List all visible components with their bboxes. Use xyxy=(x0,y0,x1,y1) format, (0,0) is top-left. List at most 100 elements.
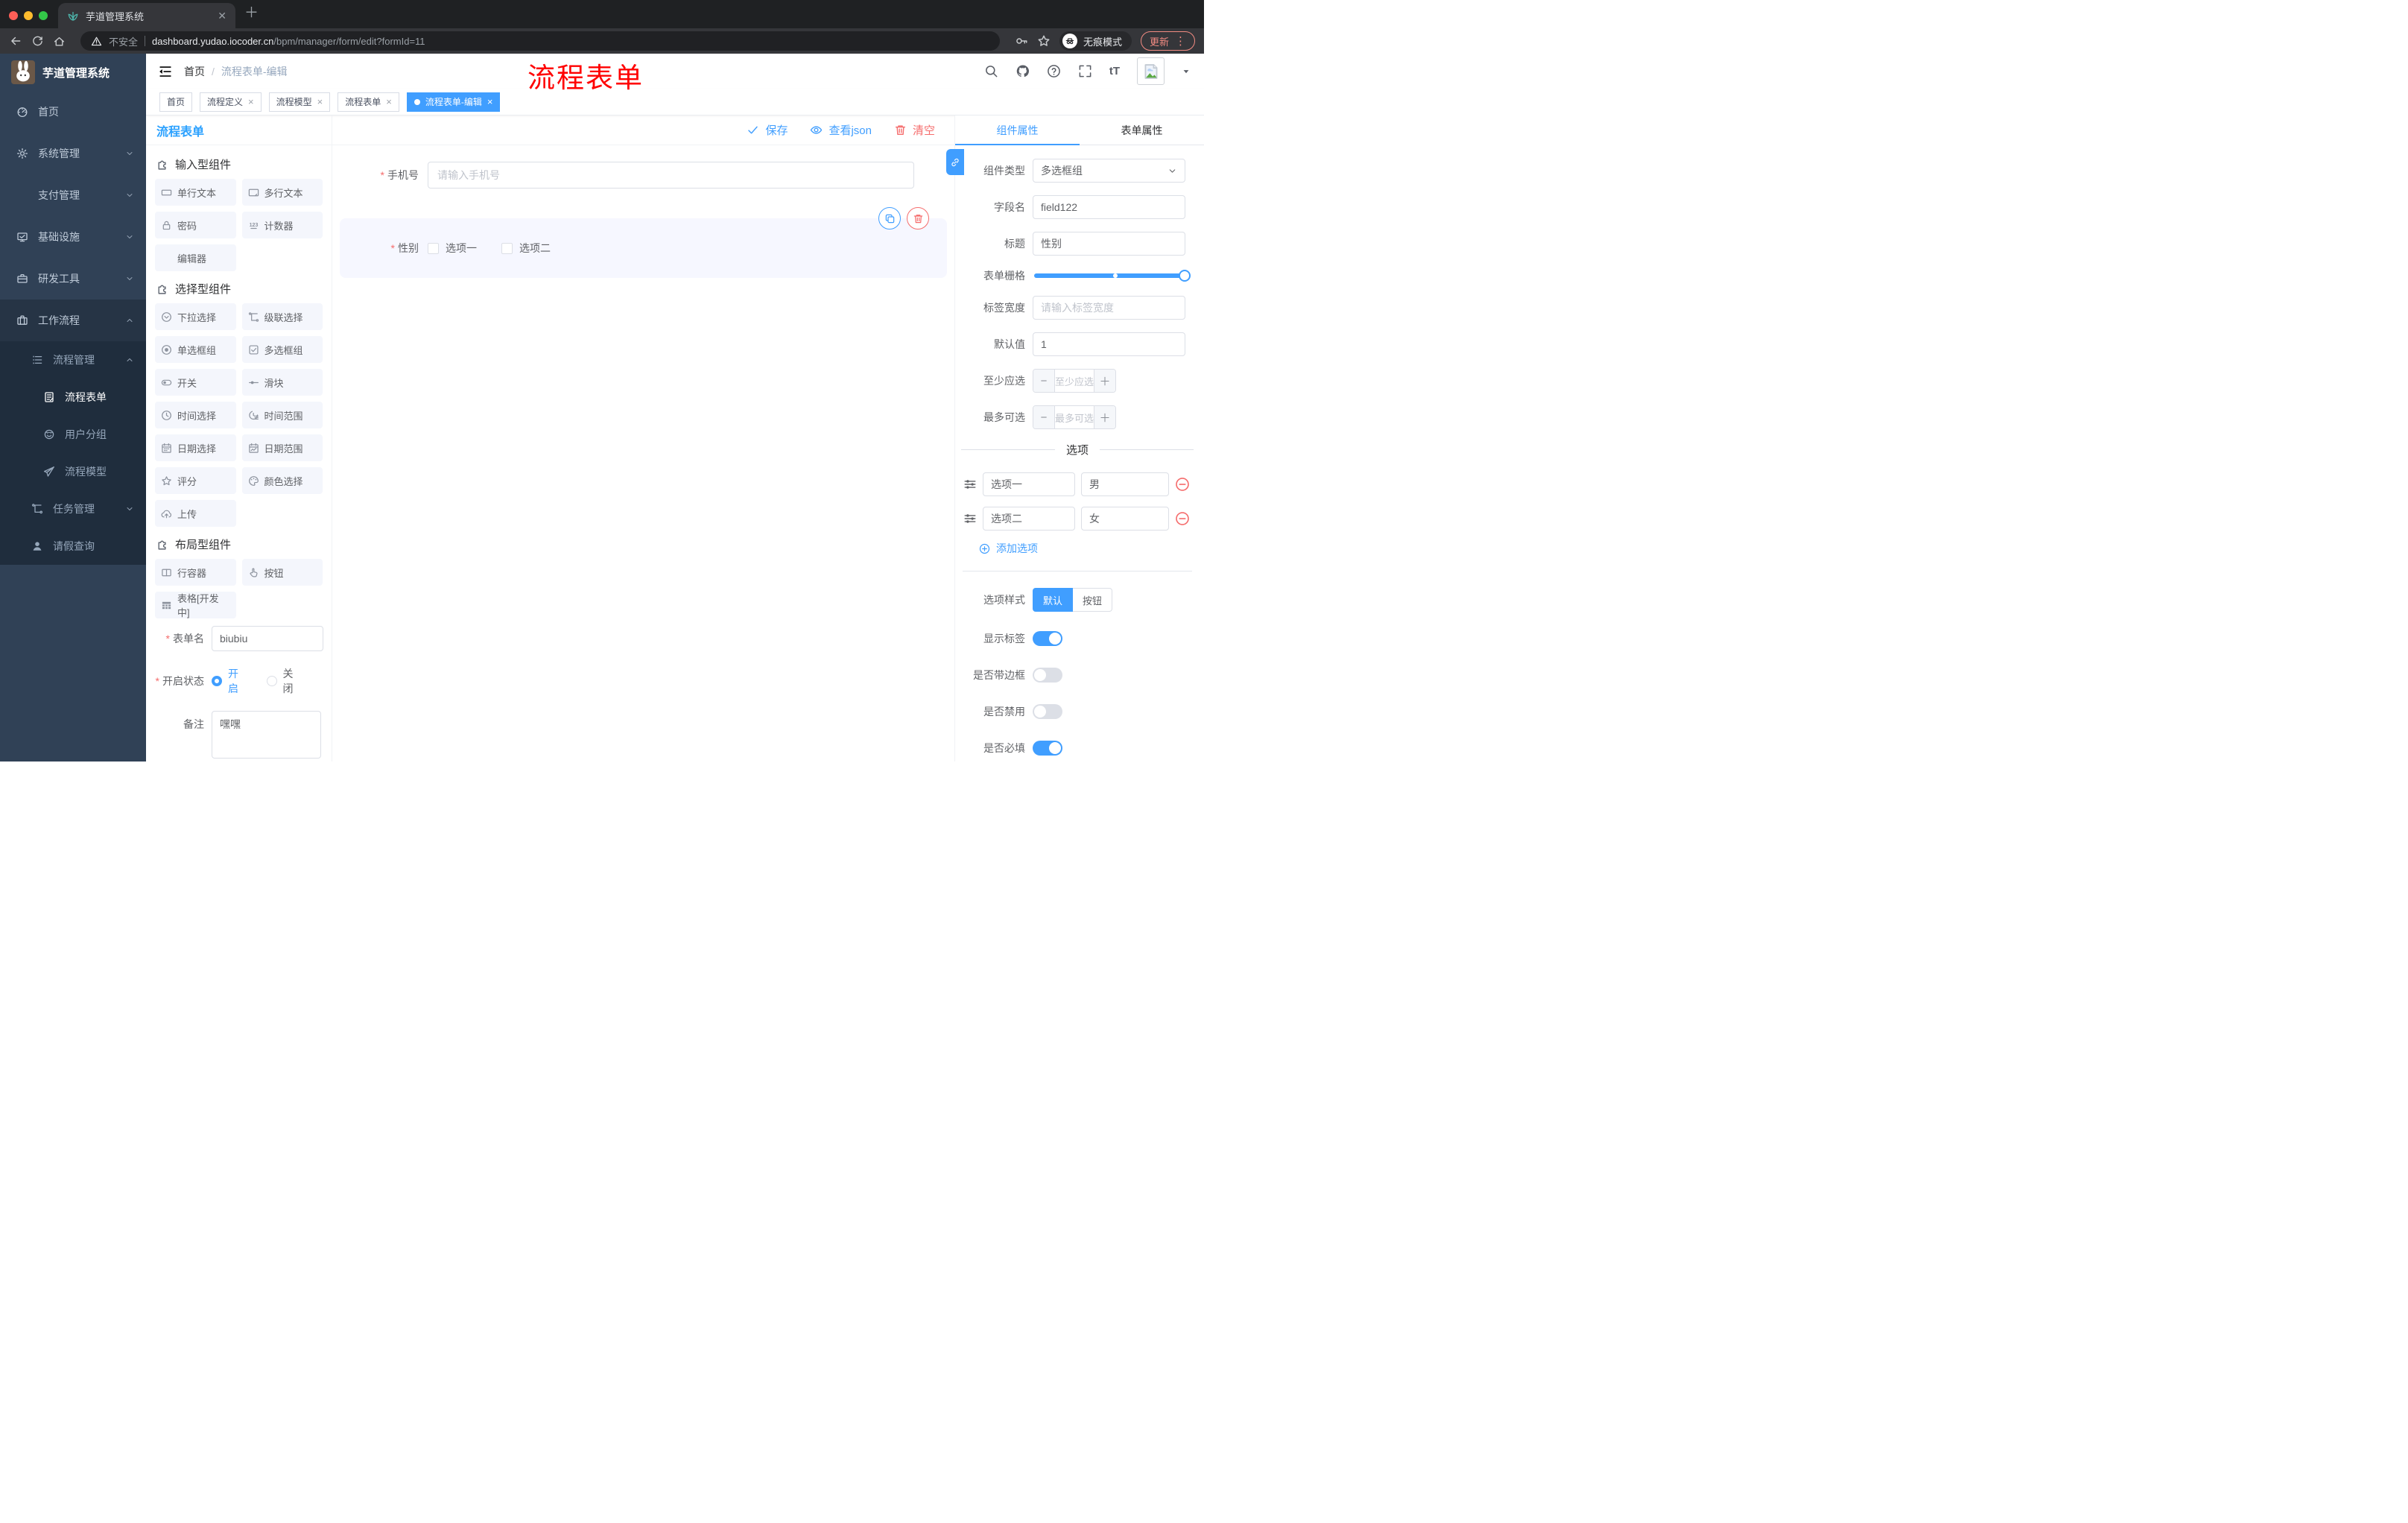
sidebar-item-任务管理[interactable]: 任务管理 xyxy=(0,490,146,528)
github-icon[interactable] xyxy=(1016,64,1030,78)
key-icon[interactable] xyxy=(1015,34,1028,48)
style-choice-按钮[interactable]: 按钮 xyxy=(1073,588,1113,612)
slider-handle[interactable] xyxy=(1179,270,1191,282)
search-icon[interactable] xyxy=(984,64,998,78)
new-tab-button[interactable]: ＋ xyxy=(244,1,259,22)
tag-流程表单-编辑[interactable]: 流程表单-编辑 × xyxy=(406,92,501,112)
canvas-field-gender-selected[interactable]: 性别 选项一 选项二 xyxy=(340,207,947,278)
label-width-input[interactable] xyxy=(1033,296,1185,320)
address-bar[interactable]: 不安全 dashboard.yudao.iocoder.cn/bpm/manag… xyxy=(80,31,1000,51)
remove-option-button[interactable] xyxy=(1175,477,1190,492)
min-select-stepper[interactable]: − 至少应选 ＋ xyxy=(1033,369,1116,393)
sidebar-item-用户分组[interactable]: 用户分组 xyxy=(0,416,146,453)
grid-slider[interactable] xyxy=(1034,270,1191,282)
checkbox-option-选项一[interactable]: 选项一 xyxy=(428,241,477,256)
是否必填-toggle[interactable] xyxy=(1033,741,1062,756)
tab-close-icon[interactable]: ✕ xyxy=(218,10,226,22)
back-icon[interactable] xyxy=(9,34,22,48)
sidebar-item-流程管理[interactable]: 流程管理 xyxy=(0,341,146,379)
min-select-value[interactable]: 至少应选 xyxy=(1055,370,1094,392)
tab-表单属性[interactable]: 表单属性 xyxy=(1080,115,1204,145)
tag-流程表单[interactable]: 流程表单 × xyxy=(338,92,399,112)
breadcrumb-item[interactable]: 首页 xyxy=(184,64,205,79)
tag-close-icon[interactable]: × xyxy=(317,96,323,107)
sidebar-item-基础设施[interactable]: 基础设施 xyxy=(0,216,146,258)
decrease-button[interactable]: − xyxy=(1033,370,1055,392)
sidebar-item-系统管理[interactable]: 系统管理 xyxy=(0,133,146,174)
tag-流程模型[interactable]: 流程模型 × xyxy=(268,92,331,112)
palette-item-单行文本[interactable]: 单行文本 xyxy=(155,179,236,206)
palette-item-多行文本[interactable]: 多行文本 xyxy=(241,179,323,206)
status-radio-关闭[interactable]: 关闭 xyxy=(266,666,301,696)
palette-item-单选框组[interactable]: 单选框组 xyxy=(155,336,236,363)
add-option-button[interactable]: 添加选项 xyxy=(979,541,1194,556)
zoom-window-button[interactable] xyxy=(39,11,48,20)
palette-item-时间范围[interactable]: 时间范围 xyxy=(241,402,323,428)
star-icon[interactable] xyxy=(1037,34,1051,48)
home-icon[interactable] xyxy=(53,35,66,48)
palette-item-多选框组[interactable]: 多选框组 xyxy=(241,336,323,363)
font-size-icon[interactable]: tT xyxy=(1109,65,1120,77)
palette-item-时间选择[interactable]: 时间选择 xyxy=(155,402,236,428)
tag-close-icon[interactable]: × xyxy=(248,96,254,107)
link-tab-button[interactable] xyxy=(946,149,964,175)
palette-item-上传[interactable]: 上传 xyxy=(155,500,236,527)
sidebar-item-工作流程[interactable]: 工作流程 xyxy=(0,300,146,341)
palette-item-滑块[interactable]: 滑块 xyxy=(241,369,323,396)
option-label-input[interactable] xyxy=(983,507,1075,531)
palette-item-开关[interactable]: 开关 xyxy=(155,369,236,396)
查看json-button[interactable]: 查看json xyxy=(810,122,872,138)
tab-组件属性[interactable]: 组件属性 xyxy=(955,115,1080,145)
palette-item-颜色选择[interactable]: 颜色选择 xyxy=(241,467,323,494)
increase-button[interactable]: ＋ xyxy=(1094,406,1115,428)
decrease-button[interactable]: − xyxy=(1033,406,1055,428)
update-button[interactable]: 更新 ⋮ xyxy=(1140,31,1195,51)
copy-widget-button[interactable] xyxy=(878,207,901,229)
tag-首页[interactable]: 首页 xyxy=(159,92,193,112)
form-remark-textarea[interactable]: 嘿嘿 xyxy=(212,711,321,759)
checkbox-option-选项二[interactable]: 选项二 xyxy=(501,241,551,256)
delete-widget-button[interactable] xyxy=(907,207,929,229)
style-choice-默认[interactable]: 默认 xyxy=(1033,588,1074,612)
increase-button[interactable]: ＋ xyxy=(1094,370,1115,392)
drag-handle-icon[interactable] xyxy=(963,478,977,491)
palette-item-日期范围[interactable]: 日期范围 xyxy=(241,434,323,461)
default-value-input[interactable] xyxy=(1033,332,1185,356)
palette-item-密码[interactable]: 密码 xyxy=(155,212,236,238)
canvas-field-phone[interactable]: 手机号 xyxy=(340,162,914,189)
status-radio-开启[interactable]: 开启 xyxy=(212,666,246,696)
remove-option-button[interactable] xyxy=(1175,511,1190,526)
palette-item-编辑器[interactable]: 编辑器 xyxy=(155,244,236,271)
option-label-input[interactable] xyxy=(983,472,1075,496)
max-select-stepper[interactable]: − 最多可选 ＋ xyxy=(1033,405,1116,429)
fullscreen-icon[interactable] xyxy=(1078,64,1092,78)
是否禁用-toggle[interactable] xyxy=(1033,704,1062,719)
close-window-button[interactable] xyxy=(9,11,18,20)
sidebar-item-请假查询[interactable]: 请假查询 xyxy=(0,528,146,565)
phone-field-input[interactable] xyxy=(428,162,914,189)
tag-close-icon[interactable]: × xyxy=(487,96,493,107)
清空-button[interactable]: 清空 xyxy=(894,122,935,138)
help-icon[interactable] xyxy=(1047,64,1061,78)
sidebar-item-流程模型[interactable]: 流程模型 xyxy=(0,453,146,490)
sidebar-item-支付管理[interactable]: 支付管理 xyxy=(0,174,146,216)
browser-tab[interactable]: 芋道管理系统 ✕ xyxy=(58,3,235,28)
form-canvas[interactable]: 手机号 性别 选项一 选项二 xyxy=(332,145,954,762)
显示标签-toggle[interactable] xyxy=(1033,631,1062,646)
form-name-input[interactable] xyxy=(212,626,323,651)
保存-button[interactable]: 保存 xyxy=(747,122,788,138)
browser-menu-icon[interactable]: ⋮ xyxy=(1175,34,1186,48)
tag-close-icon[interactable]: × xyxy=(386,96,392,107)
caret-down-icon[interactable] xyxy=(1182,67,1191,76)
palette-item-级联选择[interactable]: 级联选择 xyxy=(241,303,323,330)
sidebar-item-研发工具[interactable]: 研发工具 xyxy=(0,258,146,300)
option-value-input[interactable] xyxy=(1081,472,1169,496)
tag-流程定义[interactable]: 流程定义 × xyxy=(200,92,262,112)
hamburger-icon[interactable] xyxy=(158,64,173,79)
field-name-input[interactable] xyxy=(1033,195,1185,219)
drag-handle-icon[interactable] xyxy=(963,512,977,525)
palette-item-行容器[interactable]: 行容器 xyxy=(155,559,236,586)
minimize-window-button[interactable] xyxy=(24,11,33,20)
palette-item-按钮[interactable]: 按钮 xyxy=(241,559,323,586)
sidebar-item-首页[interactable]: 首页 xyxy=(0,91,146,133)
